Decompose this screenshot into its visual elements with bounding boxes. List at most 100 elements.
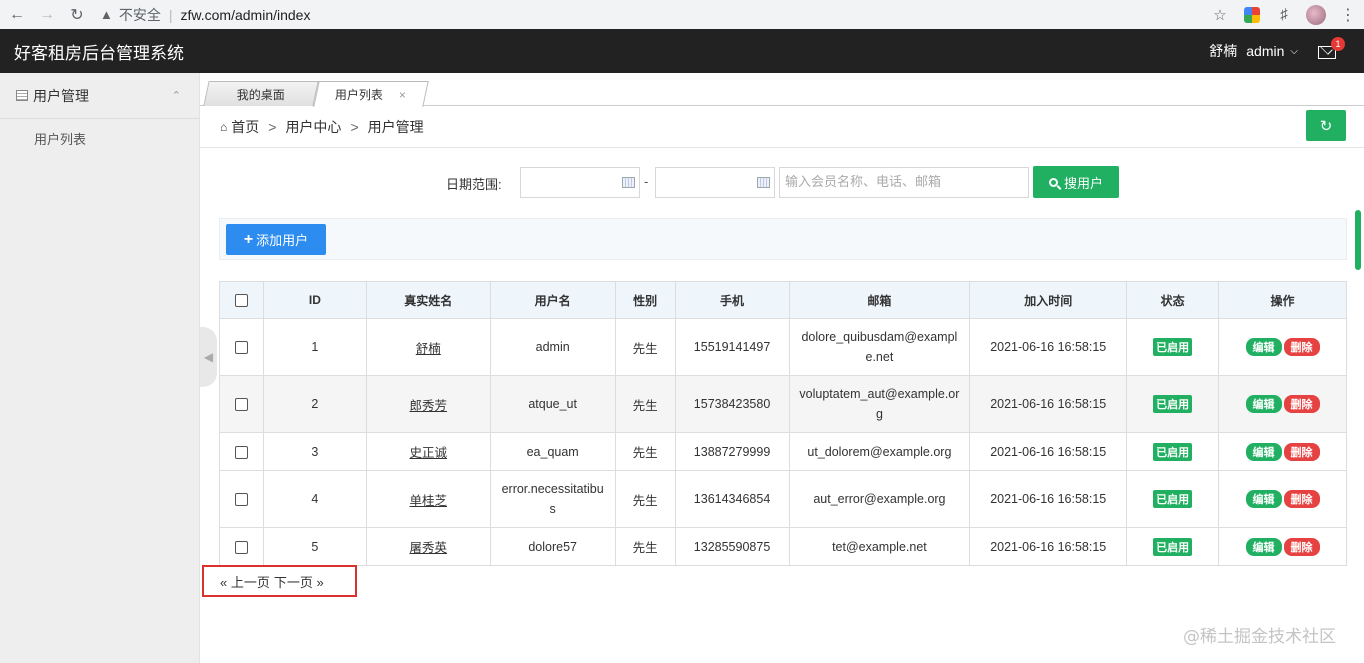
plus-icon: + xyxy=(243,230,254,248)
cell-gender: 先生 xyxy=(614,470,676,528)
user-menu[interactable]: 舒楠 admin ⌵ xyxy=(1209,41,1298,61)
cell-username: dolore57 xyxy=(489,527,616,566)
status-badge[interactable]: 已启用 xyxy=(1153,442,1193,461)
cell-id: 2 xyxy=(262,375,367,433)
breadcrumb-separator: > xyxy=(268,118,277,135)
column-header: 操作 xyxy=(1218,281,1347,319)
cell-real-name[interactable]: 舒楠 xyxy=(365,318,491,376)
cell-phone: 15519141497 xyxy=(674,318,790,376)
date-range-label: 日期范围: xyxy=(446,177,502,192)
status-badge[interactable]: 已启用 xyxy=(1153,490,1193,508)
security-label: 不安全 xyxy=(118,6,161,23)
cell-joined: 2021-06-16 16:58:15 xyxy=(969,432,1128,471)
add-user-label: 添加用户 xyxy=(256,233,309,248)
row-checkbox[interactable] xyxy=(234,341,248,355)
cell-email: voluptatem_aut@example.org xyxy=(788,375,971,433)
cell-gender: 先生 xyxy=(614,432,676,471)
delete-button[interactable]: 删除 xyxy=(1283,442,1320,461)
breadcrumb-home[interactable]: 首页 xyxy=(231,117,259,137)
mail-icon[interactable]: 1 xyxy=(1318,36,1345,59)
status-badge[interactable]: 已启用 xyxy=(1153,338,1193,356)
forward-icon[interactable]: → xyxy=(34,5,60,25)
prev-page-link[interactable]: « 上一页 xyxy=(220,572,270,591)
delete-button[interactable]: 删除 xyxy=(1283,537,1320,556)
cell-email: aut_error@example.org xyxy=(788,470,971,528)
calendar-icon xyxy=(622,177,635,188)
status-badge[interactable]: 已启用 xyxy=(1153,395,1193,413)
bookmark-star-icon[interactable]: ☆ xyxy=(1210,5,1230,25)
column-header: 真实姓名 xyxy=(365,281,491,319)
cell-joined: 2021-06-16 16:58:15 xyxy=(969,527,1128,566)
cell-phone: 15738423580 xyxy=(674,375,790,433)
sidebar-group-user-management[interactable]: 用户管理 ⌃ xyxy=(0,73,199,119)
cell-phone: 13285590875 xyxy=(674,527,790,566)
delete-button[interactable]: 删除 xyxy=(1283,395,1320,413)
cell-gender: 先生 xyxy=(614,318,676,376)
edit-button[interactable]: 编辑 xyxy=(1245,442,1282,461)
extension-app-icon[interactable] xyxy=(1242,5,1262,25)
start-date-input[interactable] xyxy=(520,167,640,198)
search-user-button[interactable]: 搜用户 xyxy=(1033,166,1119,198)
tab-label: 用户列表 xyxy=(335,88,384,102)
cell-real-name[interactable]: 郎秀芳 xyxy=(365,375,491,433)
column-header: 用户名 xyxy=(489,281,616,319)
close-icon[interactable]: × xyxy=(399,88,406,102)
delete-button[interactable]: 删除 xyxy=(1283,338,1320,356)
cell-email: tet@example.net xyxy=(788,527,971,566)
cell-real-name[interactable]: 屠秀英 xyxy=(365,527,491,566)
browser-menu-icon[interactable]: ⋮ xyxy=(1340,5,1356,25)
tab-desktop[interactable]: 我的桌面 xyxy=(203,81,319,106)
cell-joined: 2021-06-16 16:58:15 xyxy=(969,470,1128,528)
row-checkbox[interactable] xyxy=(234,540,248,554)
add-user-button[interactable]: + 添加用户 xyxy=(226,224,326,255)
cell-id: 3 xyxy=(262,432,367,471)
sidebar-collapse-toggle[interactable]: ◀ xyxy=(200,327,217,387)
cell-real-name[interactable]: 史正诚 xyxy=(365,432,491,471)
end-date-input[interactable] xyxy=(655,167,775,198)
edit-button[interactable]: 编辑 xyxy=(1245,338,1282,356)
breadcrumb-user-center[interactable]: 用户中心 xyxy=(285,117,341,137)
refresh-icon: ↻ xyxy=(1319,117,1333,135)
pagination: « 上一页 下一页 » xyxy=(202,565,357,597)
address-bar[interactable]: ▲ 不安全 | zfw.com/admin/index xyxy=(90,4,1210,26)
keyword-search-input[interactable]: 输入会员名称、电话、邮箱 xyxy=(779,167,1029,198)
table-row: 5 屠秀英 dolore57 先生 13285590875 tet@exampl… xyxy=(219,527,1347,566)
column-header: ID xyxy=(262,281,367,319)
edit-button[interactable]: 编辑 xyxy=(1245,537,1282,556)
tab-label: 我的桌面 xyxy=(236,87,285,102)
select-all-checkbox[interactable] xyxy=(234,294,248,308)
cell-real-name[interactable]: 单桂芝 xyxy=(365,470,491,528)
profile-avatar[interactable] xyxy=(1306,4,1326,25)
cell-email: ut_dolorem@example.org xyxy=(788,432,971,471)
row-checkbox[interactable] xyxy=(234,398,248,412)
table-row: 4 单桂芝 error.necessitatibus 先生 1361434685… xyxy=(219,470,1347,528)
page-scrollbar[interactable] xyxy=(1355,210,1361,270)
refresh-button[interactable]: ↻ xyxy=(1306,110,1346,141)
table-toolbar: + 添加用户 xyxy=(219,218,1347,260)
edit-button[interactable]: 编辑 xyxy=(1245,395,1282,413)
status-badge[interactable]: 已启用 xyxy=(1153,537,1193,556)
sidebar: 用户管理 ⌃ 用户列表 xyxy=(0,73,200,663)
chevron-down-icon: ⌵ xyxy=(1290,45,1298,57)
edit-button[interactable]: 编辑 xyxy=(1245,490,1282,508)
extensions-puzzle-icon[interactable]: ♯ xyxy=(1274,5,1294,25)
row-checkbox[interactable] xyxy=(234,445,248,459)
app-header: 好客租房后台管理系统 舒楠 admin ⌵ 1 xyxy=(0,29,1364,73)
chevron-up-icon: ⌃ xyxy=(171,90,181,102)
url-text: zfw.com/admin/index xyxy=(180,6,311,23)
next-page-link[interactable]: 下一页 » xyxy=(274,572,324,591)
user-table: ID 真实姓名 用户名 性别 手机 邮箱 加入时间 状态 操作 1 舒楠 adm… xyxy=(219,281,1347,566)
column-header: 手机 xyxy=(674,281,790,319)
sidebar-item-user-list[interactable]: 用户列表 xyxy=(0,119,199,157)
back-icon[interactable]: ← xyxy=(4,5,30,25)
reload-icon[interactable]: ↻ xyxy=(64,5,90,25)
cell-gender: 先生 xyxy=(614,527,676,566)
cell-username: ea_quam xyxy=(489,432,616,471)
cell-gender: 先生 xyxy=(614,375,676,433)
delete-button[interactable]: 删除 xyxy=(1283,490,1320,508)
cell-username: error.necessitatibus xyxy=(489,470,616,528)
tab-user-list[interactable]: 用户列表 × xyxy=(313,81,429,107)
row-checkbox[interactable] xyxy=(234,493,248,507)
breadcrumb: ⌂ 首页 > 用户中心 > 用户管理 ↻ xyxy=(200,106,1364,148)
search-icon xyxy=(1048,177,1058,187)
